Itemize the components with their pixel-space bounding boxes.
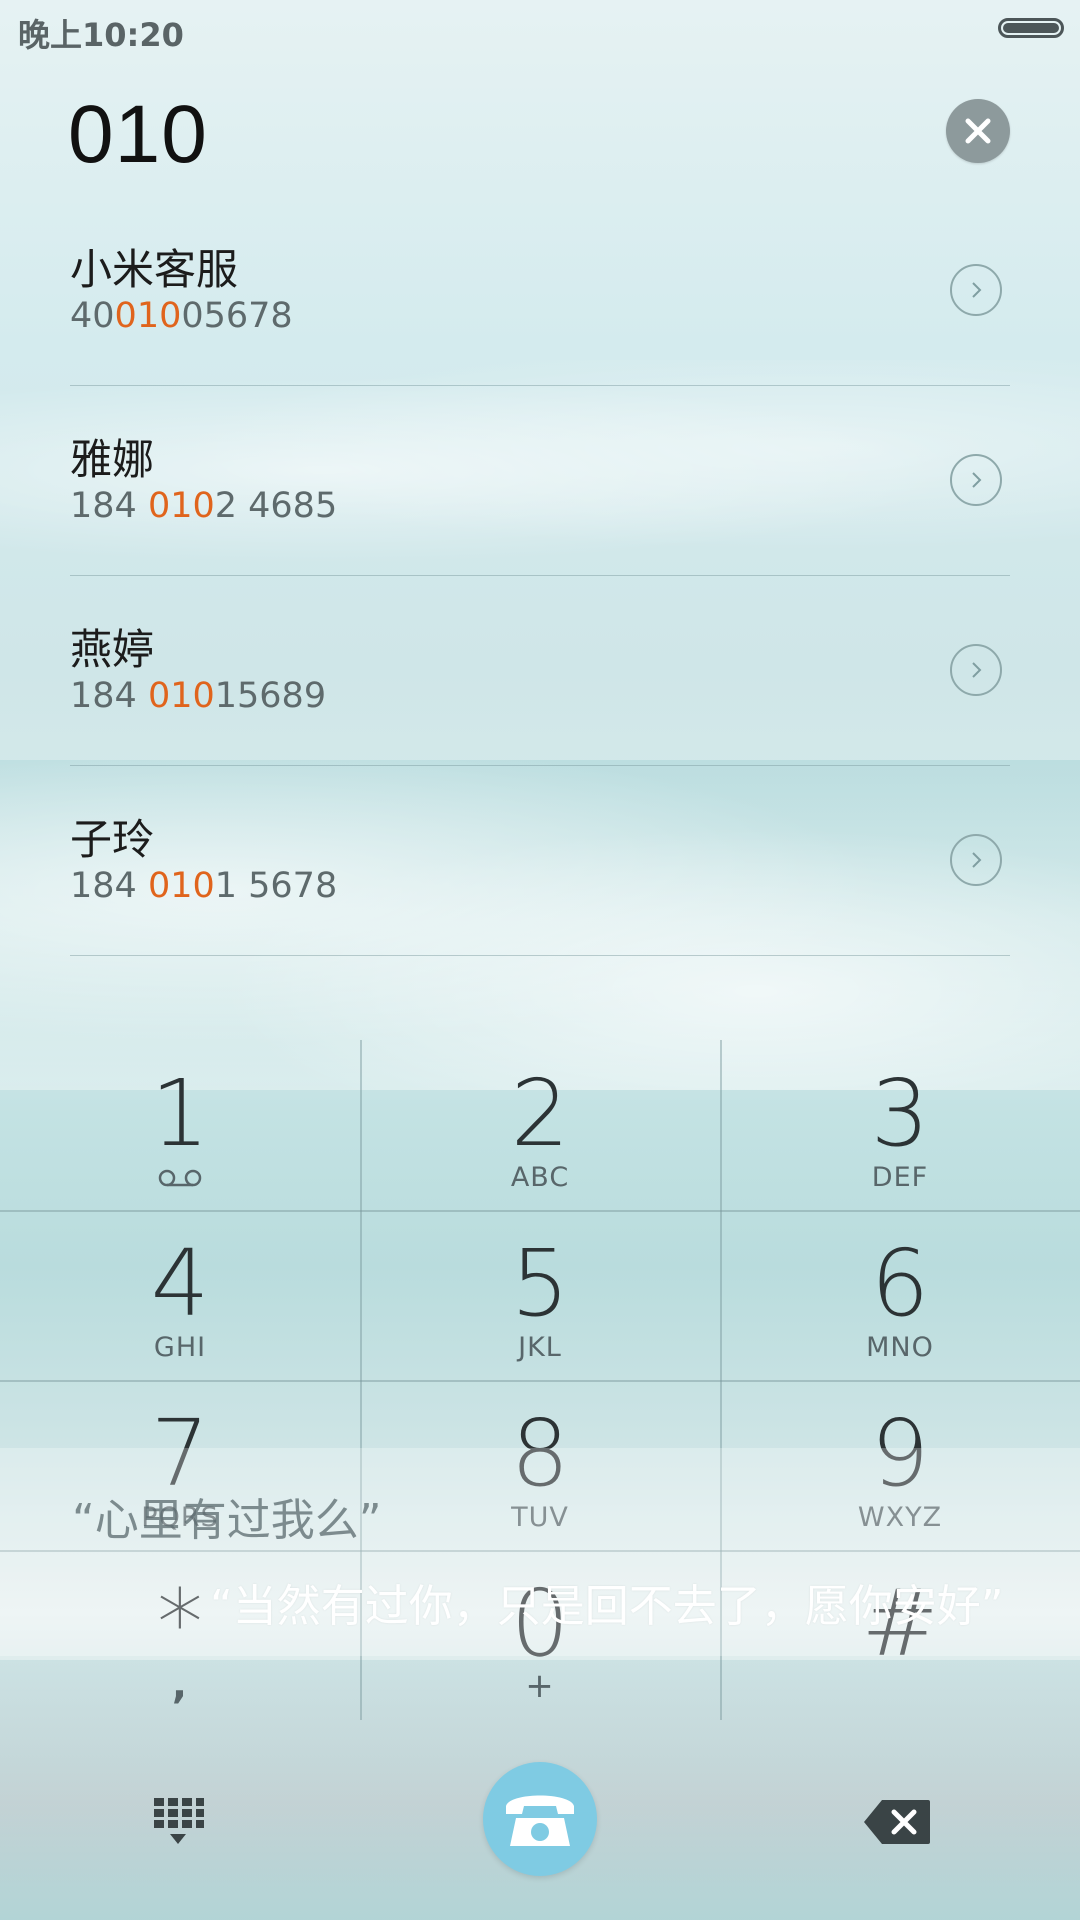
key-letters: GHI	[153, 1332, 207, 1363]
key-digit: 2	[510, 1060, 570, 1167]
contact-result-row[interactable]: 雅娜 184 0102 4685	[70, 386, 1010, 576]
contact-name: 子玲	[70, 815, 155, 864]
contact-results-list: 小米客服 4001005678 雅娜 184 0102 4685 燕婷 184 …	[70, 196, 1010, 956]
contact-result-row[interactable]: 燕婷 184 01015689	[70, 576, 1010, 766]
key-5[interactable]: 5 JKL	[360, 1210, 720, 1380]
contact-detail-button[interactable]	[950, 454, 1002, 506]
key-letters: +	[525, 1666, 555, 1706]
contact-result-row[interactable]: 小米客服 4001005678	[70, 196, 1010, 386]
key-letters: MNO	[866, 1332, 934, 1363]
matched-digits: 010	[114, 296, 182, 336]
matched-digits: 010	[147, 866, 215, 906]
key-6[interactable]: 6 MNO	[720, 1210, 1080, 1380]
chevron-right-icon	[972, 282, 982, 298]
contact-detail-button[interactable]	[950, 644, 1002, 696]
status-bar: 晚上10:20	[0, 0, 1080, 60]
contact-name: 小米客服	[70, 245, 239, 294]
key-digit: 6	[870, 1230, 930, 1337]
status-time: 晚上10:20	[18, 16, 184, 54]
contact-number: 4001005678	[70, 296, 293, 336]
key-2[interactable]: 2 ABC	[360, 1040, 720, 1210]
key-letters: DEF	[871, 1162, 929, 1193]
voicemail-icon	[158, 1169, 202, 1187]
key-letters: ABC	[510, 1162, 570, 1193]
dialer-action-bar	[0, 1740, 1080, 1890]
key-digit: 1	[150, 1060, 210, 1167]
contact-name: 雅娜	[70, 435, 155, 484]
key-digit: 4	[150, 1230, 210, 1337]
close-icon	[965, 118, 991, 144]
contact-detail-button[interactable]	[950, 834, 1002, 886]
lyric-line-1: “心里有过我么”	[72, 1495, 382, 1546]
contact-number: 184 0101 5678	[70, 866, 338, 906]
key-4[interactable]: 4 GHI	[0, 1210, 360, 1380]
call-button[interactable]	[483, 1762, 597, 1876]
battery-icon	[998, 18, 1064, 38]
clear-input-button[interactable]	[946, 99, 1010, 163]
key-letters: JKL	[518, 1332, 562, 1363]
key-digit: 5	[510, 1230, 570, 1337]
dial-number-display: 010	[68, 89, 208, 180]
key-letters: ,	[171, 1662, 189, 1708]
matched-digits: 010	[147, 676, 215, 716]
battery-level	[1003, 23, 1059, 33]
backspace-button[interactable]	[862, 1798, 932, 1846]
lyric-line-2: “当然有过你，只是回不去了，愿你安好”	[210, 1581, 1004, 1632]
key-1[interactable]: 1	[0, 1040, 360, 1210]
chevron-right-icon	[972, 852, 982, 868]
contact-number: 184 01015689	[70, 676, 327, 716]
matched-digits: 010	[147, 486, 215, 526]
key-3[interactable]: 3 DEF	[720, 1040, 1080, 1210]
phone-icon	[506, 1795, 574, 1846]
key-digit: 3	[870, 1060, 930, 1167]
chevron-right-icon	[972, 472, 982, 488]
dialpad-grid-icon	[154, 1798, 204, 1844]
backspace-icon	[864, 1800, 930, 1844]
contact-number: 184 0102 4685	[70, 486, 338, 526]
dialpad-toggle-button[interactable]	[150, 1794, 206, 1850]
contact-detail-button[interactable]	[950, 264, 1002, 316]
chevron-right-icon	[972, 662, 982, 678]
contact-result-row[interactable]: 子玲 184 0101 5678	[70, 766, 1010, 956]
contact-name: 燕婷	[70, 625, 155, 674]
